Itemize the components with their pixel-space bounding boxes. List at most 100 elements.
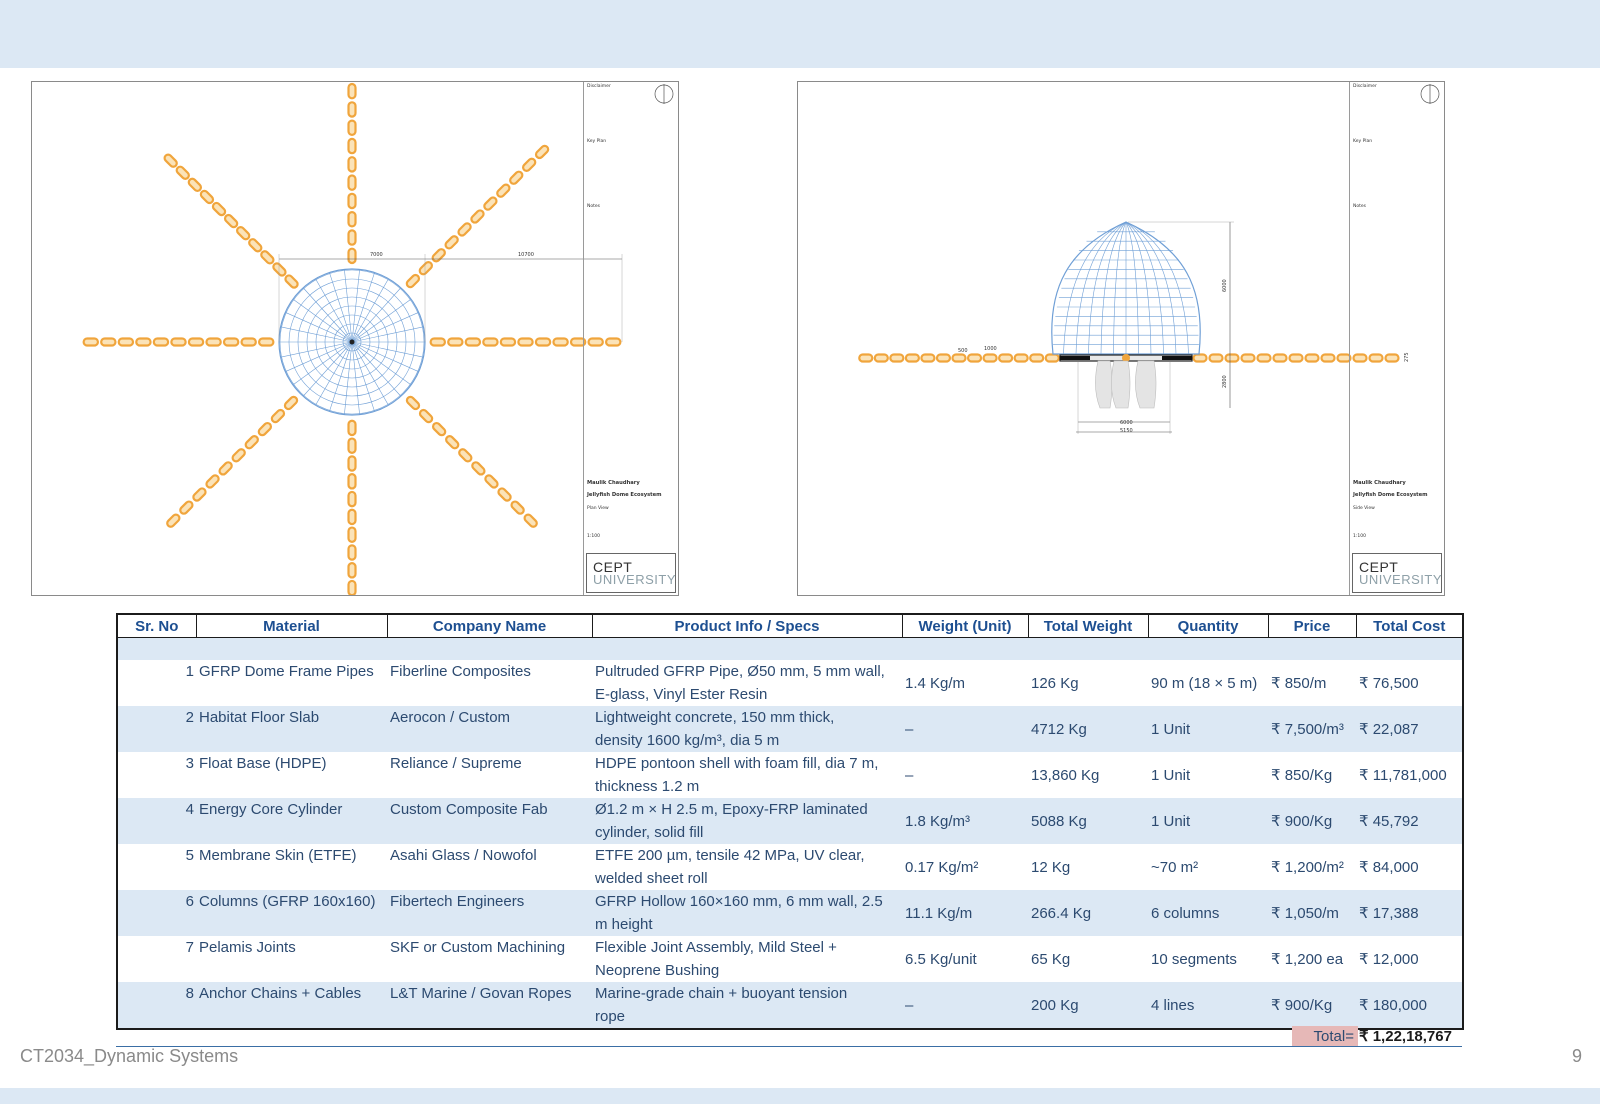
dimension-label: 500 [958,348,968,354]
float-segment [283,395,299,411]
header-specs: Product Info / Specs [591,613,903,638]
header-quantity: Quantity [1147,613,1269,638]
float-base-end [1162,356,1192,360]
float-segment [1013,353,1029,363]
float-segment [534,337,552,347]
float-segment [170,337,187,347]
float-segment [240,337,257,347]
float-segment [222,337,240,347]
float-segment [260,250,275,265]
cell-total-weight: 13,860 Kg [1031,766,1100,784]
cell-price: ₹ 850/Kg [1271,766,1333,784]
key-plan-label: Key Plan [587,139,607,144]
float-segment [257,421,273,437]
spec-line-1: HDPE pontoon shell with foam fill, dia 7… [595,755,879,772]
cell-total-cost: ₹ 84,000 [1359,858,1419,876]
float-segment [405,273,421,289]
disclaimer-label: Disclaimer [587,84,611,89]
side-view-drawing: 6000 2800 6000 5150 500 1000 275 Disclaimer Ke… [797,81,1445,596]
cell-material: Habitat Floor Slab [196,706,387,752]
plan-title-block: Disclaimer Key Plan Notes Maulik Chaudha… [583,82,678,595]
header-company: Company Name [386,613,593,638]
scale-value: 1:100 [587,534,600,539]
cell-material: Anchor Chains + Cables [196,982,387,1029]
cell-price: ₹ 900/Kg [1268,982,1356,1029]
header-material: Material [195,613,388,638]
table-header-row: Sr. No Material Company Name Product Inf… [116,613,1464,638]
float-segment [257,337,275,347]
float-segment [347,562,357,579]
cell-sr-no: 4 [117,798,196,844]
float-segment [347,437,357,454]
float-segment [284,274,299,289]
cell-specs: GFRP Hollow 160×160 mm, 6 mm wall, 2.5 m … [592,890,902,936]
float-segment [347,119,357,136]
table-row: 1 GFRP Dome Frame Pipes Fiberline Composit… [117,660,1463,706]
float-segment [405,395,421,411]
cell-quantity: 1 Unit [1151,766,1191,784]
table-row: 7 Pelamis Joints SKF or Custom Machining Fl… [117,936,1463,982]
float-segment [497,487,512,502]
float-segment [152,337,170,347]
disclaimer-label: Disclaimer [1353,84,1377,89]
float-segment [248,238,263,253]
float-segment [858,353,874,363]
float-segment [523,513,538,528]
table-row: 5 Membrane Skin (ETFE) Asahi Glass / Nowof… [117,844,1463,890]
float-segment [1320,353,1336,363]
table-row: 3 Float Base (HDPE) Reliance / Supreme HDPE… [117,752,1463,798]
float-segment [1029,353,1045,363]
float-segment [966,353,983,363]
float-segment [552,337,569,347]
float-segment [205,474,220,489]
float-segment [347,455,357,472]
float-segment [496,183,511,198]
float-segment [509,170,524,185]
project-name: Jellyfish Dome Ecosystem [587,492,662,498]
float-segment [982,353,998,363]
float-base-end [1060,356,1090,360]
float-segment [347,174,357,191]
cell-weight-unit: 11.1 Kg/m [902,890,1028,936]
spec-line-2: cylinder, solid fill [595,824,704,841]
dimension-label: 2800 [1222,375,1228,388]
cell-price: ₹ 900/Kg [1268,798,1356,844]
float-segment [211,201,227,217]
cell-sr-no: 6 [117,890,196,936]
cell-total-weight: 5088 Kg [1028,798,1148,844]
float-segment [482,337,499,347]
side-view-svg: 6000280060005150500 1000275 [858,84,1440,434]
cell-material: Energy Core Cylinder [196,798,387,844]
cell-total-cost: ₹ 22,087 [1356,706,1463,752]
total-label: Total= [1292,1026,1358,1047]
float-segment [163,153,178,168]
spec-line-1: Ø1.2 m × H 2.5 m, Epoxy-FRP laminated [595,801,868,818]
float-segment [951,353,967,363]
float-segment [347,473,357,490]
float-segment [444,235,459,250]
float-segment [1272,353,1288,363]
cell-sr-no: 3 [185,755,194,772]
cell-company: SKF or Custom Machining [390,939,566,956]
float-segment [199,189,215,205]
spec-line-2: Neoprene Bushing [595,962,720,979]
dome-center [349,339,355,345]
cell-quantity: 6 columns [1148,890,1268,936]
float-segment [483,196,498,211]
header-sr-no: Sr. No [116,613,197,638]
float-segment [1208,353,1224,363]
float-segment [1044,353,1060,363]
total-value: ₹ 1,22,18,767 [1359,1028,1452,1045]
cell-material: Columns (GFRP 160x160) [196,890,387,936]
float-segment [347,490,357,508]
side-title-block: Disclaimer Key Plan Notes Maulik Chaudha… [1349,82,1444,595]
project-name: Jellyfish Dome Ecosystem [1353,492,1428,498]
float-segment [470,209,485,224]
cell-weight-unit: 1.8 Kg/m³ [902,798,1028,844]
spec-line-2: rope [595,1008,626,1025]
cell-weight-unit: – [905,766,914,784]
float-segment [347,508,357,526]
float-segment [1240,353,1256,363]
cell-price: ₹ 850/m [1271,674,1327,692]
tendril [1111,360,1131,409]
